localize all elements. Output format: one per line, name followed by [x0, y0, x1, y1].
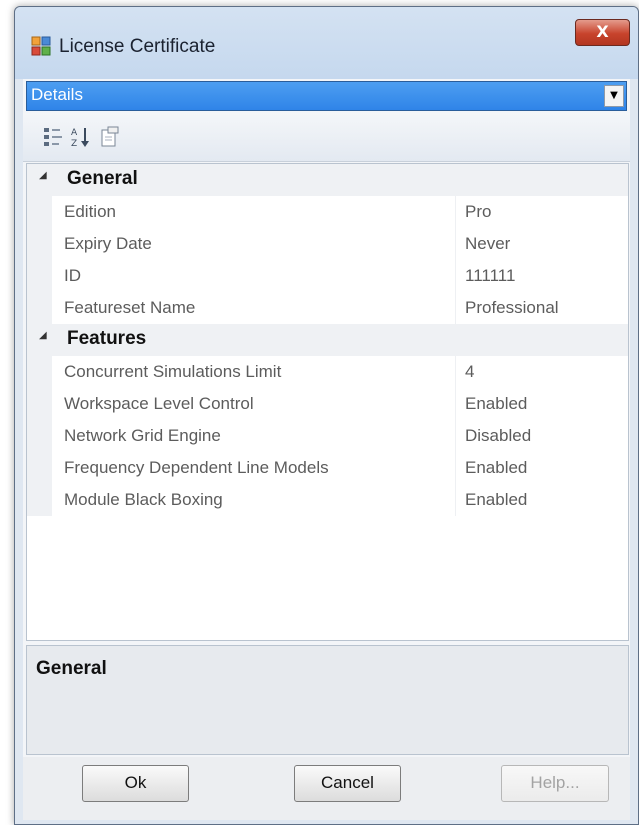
details-dropdown[interactable]: Details ▼: [26, 81, 627, 111]
license-app-icon: [31, 36, 51, 56]
dialog-body: Details ▼ A Z ◢ General Edition Pro Expi…: [23, 79, 630, 820]
collapse-triangle-icon[interactable]: ◢: [39, 330, 47, 341]
svg-text:Z: Z: [71, 139, 77, 149]
property-name: Featureset Name: [64, 298, 196, 317]
category-features[interactable]: ◢ Features: [27, 324, 628, 356]
property-value[interactable]: 111111: [465, 266, 515, 286]
property-row-network-grid-engine[interactable]: Network Grid Engine Disabled: [27, 420, 628, 452]
property-value[interactable]: Professional: [465, 298, 559, 318]
property-row-id[interactable]: ID 111111: [27, 260, 628, 292]
collapse-triangle-icon[interactable]: ◢: [39, 170, 47, 181]
property-row-edition[interactable]: Edition Pro: [27, 196, 628, 228]
property-value[interactable]: Pro: [465, 202, 491, 222]
property-name: Expiry Date: [64, 234, 152, 253]
categorized-view-icon[interactable]: [43, 125, 65, 149]
description-title: General: [36, 658, 107, 679]
property-grid: ◢ General Edition Pro Expiry Date Never …: [26, 163, 629, 641]
category-label: Features: [67, 328, 147, 349]
property-pages-icon[interactable]: [99, 125, 121, 149]
dropdown-selected-value: Details: [31, 85, 83, 104]
title-bar[interactable]: License Certificate X: [15, 7, 638, 79]
property-value[interactable]: Enabled: [465, 394, 527, 414]
ok-button[interactable]: Ok: [82, 765, 189, 802]
property-value[interactable]: 4: [465, 362, 474, 382]
button-bar: Ok Cancel Help...: [23, 757, 630, 820]
category-general[interactable]: ◢ General: [27, 164, 628, 196]
property-row-frequency-dependent-line-models[interactable]: Frequency Dependent Line Models Enabled: [27, 452, 628, 484]
property-value[interactable]: Never: [465, 234, 510, 254]
property-row-expiry-date[interactable]: Expiry Date Never: [27, 228, 628, 260]
property-name: Concurrent Simulations Limit: [64, 362, 282, 381]
property-name: Workspace Level Control: [64, 394, 254, 413]
property-row-concurrent-simulations-limit[interactable]: Concurrent Simulations Limit 4: [27, 356, 628, 388]
property-name: ID: [64, 266, 81, 285]
property-row-featureset-name[interactable]: Featureset Name Professional: [27, 292, 628, 324]
help-button[interactable]: Help...: [501, 765, 609, 802]
property-value[interactable]: Disabled: [465, 426, 531, 446]
window-title: License Certificate: [59, 36, 216, 57]
chevron-down-icon[interactable]: ▼: [604, 85, 624, 107]
license-certificate-window: License Certificate X Details ▼ A Z ◢ Ge…: [14, 6, 639, 825]
property-row-module-black-boxing[interactable]: Module Black Boxing Enabled: [27, 484, 628, 516]
cancel-button[interactable]: Cancel: [294, 765, 401, 802]
category-label: General: [67, 168, 138, 189]
description-pane: General: [26, 645, 629, 755]
svg-text:A: A: [71, 128, 78, 138]
property-name: Edition: [64, 202, 116, 221]
close-button[interactable]: X: [575, 19, 630, 46]
property-row-workspace-level-control[interactable]: Workspace Level Control Enabled: [27, 388, 628, 420]
sort-alphabetical-icon[interactable]: A Z: [70, 125, 92, 149]
property-name: Network Grid Engine: [64, 426, 221, 445]
property-grid-toolbar: A Z: [23, 113, 630, 162]
property-value[interactable]: Enabled: [465, 458, 527, 478]
property-value[interactable]: Enabled: [465, 490, 527, 510]
property-name: Module Black Boxing: [64, 490, 223, 509]
property-name: Frequency Dependent Line Models: [64, 458, 329, 477]
